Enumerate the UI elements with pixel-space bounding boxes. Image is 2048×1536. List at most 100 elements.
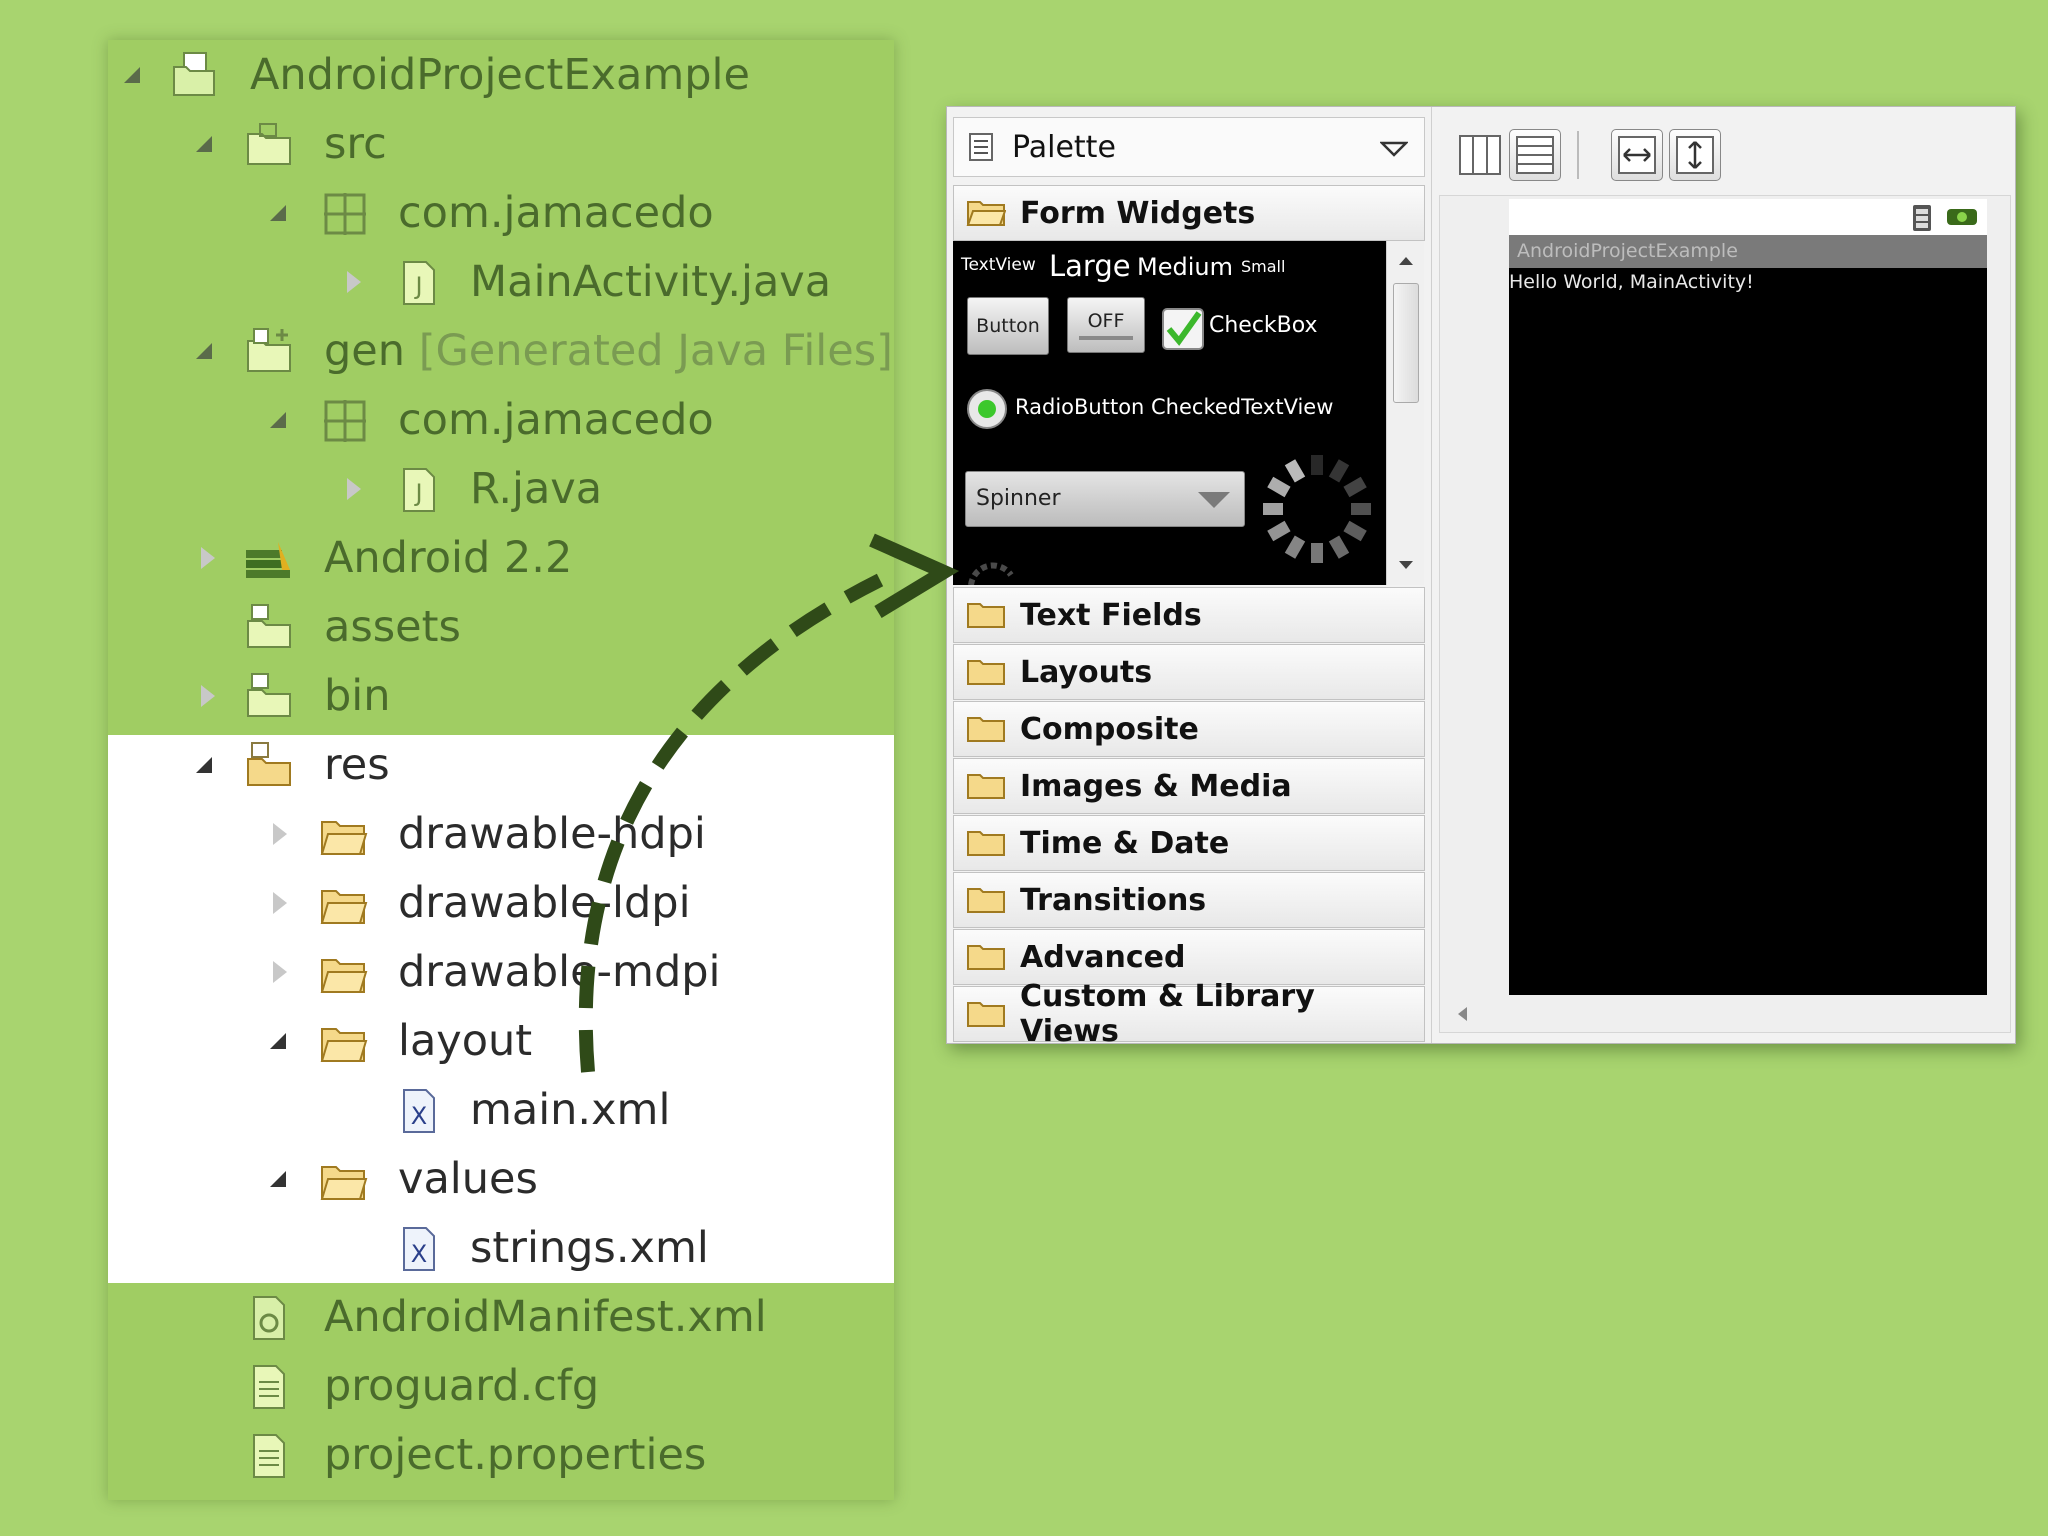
graphical-layout-editor: Palette Form Widgets TextView Large Medi… <box>946 106 2016 1049</box>
collapsed-arrow-icon[interactable] <box>198 548 218 568</box>
device-status-bar <box>1509 199 1987 235</box>
category-label: Advanced <box>1020 939 1186 975</box>
collapsed-arrow-icon[interactable] <box>270 824 290 844</box>
category-label: Composite <box>1020 711 1199 747</box>
spinner-segment <box>1343 476 1367 498</box>
widget-button[interactable]: Button <box>967 297 1049 355</box>
spinner-segment <box>1328 459 1350 483</box>
category-images-media[interactable]: Images & Media <box>953 758 1425 814</box>
scroll-down-icon[interactable] <box>1397 559 1415 571</box>
widget-large-text[interactable]: Large <box>1049 249 1131 283</box>
layout-vertical-icon <box>1516 136 1554 174</box>
widget-spinner[interactable]: Spinner <box>965 471 1245 527</box>
tree-item-rjava[interactable]: J R.java <box>108 455 894 524</box>
folder-icon <box>967 603 1005 628</box>
tree-item-src[interactable]: src <box>108 110 894 179</box>
expand-arrow-icon[interactable] <box>268 203 288 223</box>
widget-textview[interactable]: TextView <box>961 255 1036 275</box>
java-file-icon: J <box>403 261 435 305</box>
small-progress-icon <box>968 562 1014 585</box>
tree-item-proguard[interactable]: proguard.cfg <box>108 1352 894 1421</box>
expand-arrow-icon[interactable] <box>194 134 214 154</box>
category-label: Layouts <box>1020 654 1153 690</box>
tree-item-label: values <box>398 1154 538 1204</box>
expand-arrow-icon[interactable] <box>194 755 214 775</box>
expand-arrow-icon[interactable] <box>268 1169 288 1189</box>
category-time-date[interactable]: Time & Date <box>953 815 1425 871</box>
scroll-up-icon[interactable] <box>1397 255 1415 267</box>
tree-item-layout[interactable]: layout <box>108 1007 894 1076</box>
tree-item-label: Android 2.2 <box>324 533 573 583</box>
folder-icon <box>247 673 291 717</box>
category-text-fields[interactable]: Text Fields <box>953 587 1425 643</box>
category-label: Form Widgets <box>1020 195 1256 231</box>
category-custom-library-views[interactable]: Custom & Library Views <box>953 979 1425 1049</box>
progressbar-spinner-icon[interactable] <box>1259 451 1375 567</box>
tree-item-res[interactable]: res <box>108 731 894 800</box>
widget-radiobutton-label[interactable]: RadioButton <box>1015 395 1144 419</box>
tree-item-main-xml[interactable]: X main.xml <box>108 1076 894 1145</box>
tree-item-manifest[interactable]: AndroidManifest.xml <box>108 1283 894 1352</box>
widget-toggle-button[interactable]: OFF <box>1067 297 1145 353</box>
fill-height-button[interactable] <box>1669 129 1721 181</box>
collapsed-arrow-icon[interactable] <box>344 272 364 292</box>
package-icon <box>324 400 366 442</box>
tree-item-drawable-ldpi[interactable]: drawable-ldpi <box>108 869 894 938</box>
category-composite[interactable]: Composite <box>953 701 1425 757</box>
source-folder-icon <box>247 123 291 165</box>
scroll-thumb[interactable] <box>1393 283 1419 403</box>
folder-icon <box>320 1166 368 1200</box>
tree-item-strings-xml[interactable]: X strings.xml <box>108 1214 894 1283</box>
tree-item-package[interactable]: com.jamacedo <box>108 179 894 248</box>
widgets-scrollbar[interactable] <box>1386 241 1424 585</box>
manifest-file-icon <box>253 1296 285 1340</box>
radiobutton-icon[interactable] <box>965 387 1009 431</box>
folder-icon <box>967 660 1005 685</box>
widget-medium-text[interactable]: Medium <box>1137 253 1233 281</box>
canvas-scroll-left-icon[interactable] <box>1455 1005 1469 1023</box>
tree-item-project[interactable]: AndroidProjectExample <box>108 41 894 110</box>
tree-item-project-properties[interactable]: project.properties <box>108 1421 894 1490</box>
category-form-widgets[interactable]: Form Widgets <box>953 185 1425 241</box>
collapsed-arrow-icon[interactable] <box>198 686 218 706</box>
fill-width-button[interactable] <box>1611 129 1663 181</box>
expand-arrow-icon[interactable] <box>268 410 288 430</box>
tree-item-mainactivity[interactable]: J MainActivity.java <box>108 248 894 317</box>
android-status-icon <box>1947 209 1977 225</box>
tree-item-package[interactable]: com.jamacedo <box>108 386 894 455</box>
res-folder-icon <box>247 742 291 786</box>
layout-vertical-button[interactable] <box>1509 129 1561 181</box>
widget-checkbox-label[interactable]: CheckBox <box>1209 313 1318 338</box>
collapsed-arrow-icon[interactable] <box>270 893 290 913</box>
folder-icon <box>320 821 368 855</box>
spinner-segment <box>1284 459 1306 483</box>
hello-textview[interactable]: Hello World, MainActivity! <box>1509 271 1754 293</box>
tree-item-label: MainActivity.java <box>470 257 832 307</box>
widget-checkedtextview-label[interactable]: CheckedTextView <box>1151 395 1333 419</box>
widget-small-text[interactable]: Small <box>1241 257 1285 276</box>
collapsed-arrow-icon[interactable] <box>270 962 290 982</box>
checkbox-checked-icon[interactable] <box>1161 307 1205 351</box>
tree-item-drawable-hdpi[interactable]: drawable-hdpi <box>108 800 894 869</box>
tree-item-gen[interactable]: gen [Generated Java Files] <box>108 317 894 386</box>
tree-item-assets[interactable]: assets <box>108 593 894 662</box>
category-transitions[interactable]: Transitions <box>953 872 1425 928</box>
project-explorer-tree: AndroidProjectExample src com.jamacedo J… <box>108 40 894 1500</box>
tree-item-label: drawable-ldpi <box>398 878 691 928</box>
tree-item-android-lib[interactable]: Android 2.2 <box>108 524 894 593</box>
category-layouts[interactable]: Layouts <box>953 644 1425 700</box>
tree-item-values[interactable]: values <box>108 1145 894 1214</box>
tree-item-bin[interactable]: bin <box>108 662 894 731</box>
category-advanced[interactable]: Advanced <box>953 929 1425 985</box>
svg-text:X: X <box>411 1240 427 1268</box>
collapsed-arrow-icon[interactable] <box>344 479 364 499</box>
palette-menu-dropdown-icon[interactable] <box>1380 140 1408 158</box>
tree-item-drawable-mdpi[interactable]: drawable-mdpi <box>108 938 894 1007</box>
layout-horizontal-icon[interactable] <box>1459 135 1501 175</box>
expand-arrow-icon[interactable] <box>122 65 142 85</box>
expand-arrow-icon[interactable] <box>268 1031 288 1051</box>
device-screen[interactable]: AndroidProjectExample Hello World, MainA… <box>1509 235 1987 995</box>
expand-arrow-icon[interactable] <box>194 341 214 361</box>
category-label: Custom & Library Views <box>1020 979 1315 1049</box>
palette-header[interactable]: Palette <box>953 117 1425 177</box>
